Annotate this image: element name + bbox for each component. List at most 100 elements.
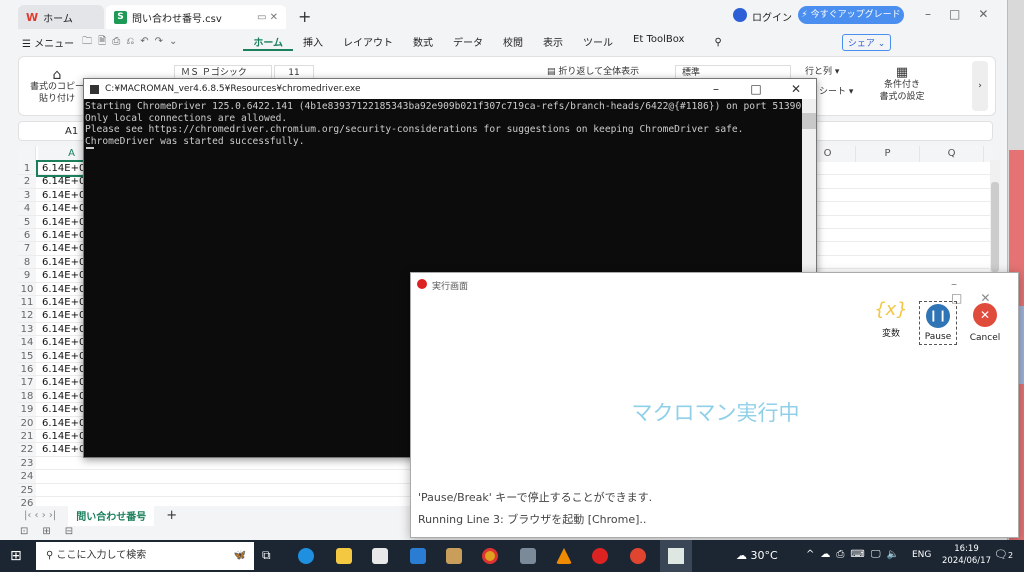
window-controls[interactable]: –□✕: [951, 277, 1018, 305]
row-number[interactable]: 24: [18, 470, 36, 483]
quick-access-toolbar[interactable]: 🗀🗎⎙⎌↶↷⌄: [82, 34, 183, 51]
row-number[interactable]: 21: [18, 430, 36, 443]
row-number[interactable]: 2: [18, 175, 36, 188]
chrome-icon[interactable]: [482, 548, 498, 564]
close-button[interactable]: ✕: [776, 79, 816, 99]
maximize-button[interactable]: □: [736, 79, 776, 99]
pause-button[interactable]: ❙❙ Pause: [919, 301, 957, 345]
row-number[interactable]: 17: [18, 376, 36, 389]
active-app-spreadsheet[interactable]: [660, 540, 692, 572]
row-number[interactable]: 8: [18, 255, 36, 269]
ribbon-tab[interactable]: ツール: [573, 34, 623, 51]
search-icon[interactable]: ⚲: [714, 37, 721, 48]
add-sheet-button[interactable]: +: [166, 508, 177, 523]
taskbar: ⊞ ⚲ ここに入力して検索 🦋 ⧉ ☁ 30°C ^☁⎙⌨🖵🔈 ENG 16:19…: [0, 540, 1024, 572]
console-output: Starting ChromeDriver 125.0.6422.141 (4b…: [85, 101, 802, 147]
window-controls[interactable]: –□✕: [925, 7, 1006, 21]
sheet-nav-buttons[interactable]: |‹ ‹ › ›|: [24, 510, 56, 521]
mail-icon[interactable]: [410, 548, 426, 564]
share-button[interactable]: シェア ⌄: [841, 33, 892, 51]
format-painter-button[interactable]: ⌂ 書式のコピー 貼り付け: [27, 68, 87, 105]
task-view-icon[interactable]: ⧉: [262, 548, 271, 563]
row-number[interactable]: 3: [18, 188, 36, 202]
start-button[interactable]: ⊞: [10, 548, 22, 564]
ribbon-tab[interactable]: 表示: [533, 34, 573, 51]
ribbon-scroll-right[interactable]: ›: [972, 61, 988, 111]
close-tab-icon[interactable]: ▭ ✕: [257, 12, 278, 23]
search-box[interactable]: ⚲ ここに入力して検索 🦋: [36, 542, 254, 570]
select-all-corner[interactable]: [18, 146, 36, 162]
ribbon-tabs: ホーム 挿入 レイアウト 数式 データ 校閲 表示 ツール Et ToolBox: [243, 34, 694, 51]
row-number[interactable]: 20: [18, 416, 36, 429]
app-icon[interactable]: [446, 548, 462, 564]
row-number[interactable]: 12: [18, 309, 36, 322]
wps-icon[interactable]: [630, 548, 646, 564]
calculator-icon[interactable]: [520, 548, 536, 564]
ribbon-tab[interactable]: Et ToolBox: [623, 34, 694, 51]
row-number[interactable]: 7: [18, 242, 36, 255]
column-header[interactable]: Q: [920, 146, 984, 162]
tray-icons[interactable]: ^☁⎙⌨🖵🔈: [806, 549, 905, 560]
row-number[interactable]: 18: [18, 389, 36, 403]
clock[interactable]: 16:19 2024/06/17: [942, 543, 991, 567]
rows-cols-button[interactable]: 行と列 ▾: [805, 66, 839, 78]
ribbon-tab[interactable]: 校閲: [493, 34, 533, 51]
store-icon[interactable]: [372, 548, 388, 564]
row-number[interactable]: 16: [18, 363, 36, 376]
new-tab-button[interactable]: +: [298, 7, 311, 26]
notification-center[interactable]: 🗨2: [994, 548, 1013, 561]
login-button[interactable]: ログイン: [752, 9, 792, 24]
ribbon-tab[interactable]: ホーム: [243, 34, 294, 51]
variables-button[interactable]: {x} 変数: [873, 299, 909, 339]
cancel-button[interactable]: ✕ Cancel: [967, 303, 1003, 343]
minimize-button[interactable]: –: [696, 79, 736, 99]
sheet-tab[interactable]: 問い合わせ番号: [68, 504, 155, 526]
wrap-text-button[interactable]: ▤ 折り返して全体表示: [547, 66, 639, 78]
ribbon-tab[interactable]: データ: [443, 34, 493, 51]
variables-icon: {x}: [874, 299, 908, 320]
running-line-text: Running Line 3: ブラウザを起動 [Chrome]..: [418, 513, 647, 526]
macroman-icon[interactable]: [592, 548, 608, 564]
row-number[interactable]: 25: [18, 483, 36, 496]
cursor: [86, 147, 94, 150]
vlc-icon[interactable]: [556, 548, 572, 564]
name-box[interactable]: A1: [65, 126, 78, 137]
ribbon-tab[interactable]: 挿入: [293, 34, 333, 51]
row-number[interactable]: 14: [18, 336, 36, 349]
pause-icon: ❙❙: [926, 304, 950, 328]
console-title: C:¥MACROMAN_ver4.6.8.5¥Resources¥chromed…: [105, 84, 361, 94]
menu-button[interactable]: ☰ メニュー: [0, 35, 82, 50]
spreadsheet-icon: S: [114, 10, 127, 24]
column-header[interactable]: P: [856, 146, 920, 162]
status-bar-icons[interactable]: ⊡⊞⊟: [20, 526, 87, 537]
row-number[interactable]: 11: [18, 296, 36, 309]
upgrade-button[interactable]: ⚡ 今すぐアップグレード: [798, 6, 904, 24]
row-number[interactable]: 1: [18, 162, 36, 175]
row-number[interactable]: 22: [18, 443, 36, 456]
file-explorer-icon[interactable]: [336, 548, 352, 564]
ribbon-tab[interactable]: 数式: [403, 34, 443, 51]
row-number[interactable]: 10: [18, 282, 36, 295]
status-text: マクロマン実行中: [631, 401, 800, 425]
row-number[interactable]: 5: [18, 215, 36, 228]
edge-icon[interactable]: [298, 548, 314, 564]
tab-home[interactable]: W ホーム: [18, 5, 104, 29]
row-number[interactable]: 6: [18, 229, 36, 242]
row-number[interactable]: 9: [18, 269, 36, 282]
weather-widget[interactable]: ☁ 30°C: [736, 549, 778, 562]
menubar: ☰ メニュー 🗀🗎⎙⎌↶↷⌄ ホーム 挿入 レイアウト 数式 データ 校閲 表示 ツール Et …: [0, 30, 1008, 54]
macroman-run-window[interactable]: 実行画面 –□✕ {x} 変数 ❙❙ Pause ✕ Cancel マクロマン実行中 …: [410, 272, 1019, 538]
wps-icon: W: [26, 10, 39, 24]
row-number[interactable]: 19: [18, 403, 36, 416]
avatar[interactable]: [733, 8, 747, 22]
language-indicator[interactable]: ENG: [912, 550, 931, 560]
row-number[interactable]: 4: [18, 202, 36, 215]
ribbon-tab[interactable]: レイアウト: [333, 34, 403, 51]
row-number[interactable]: 23: [18, 456, 36, 470]
row-number[interactable]: 13: [18, 322, 36, 336]
row-number[interactable]: 15: [18, 349, 36, 362]
macroman-icon: [417, 279, 427, 289]
tab-csv-file[interactable]: S 問い合わせ番号.csv ▭ ✕: [106, 5, 286, 29]
conditional-format-button[interactable]: ▦ 条件付き 書式の設定: [869, 66, 935, 103]
sheet-button[interactable]: シート ▾: [819, 86, 853, 98]
